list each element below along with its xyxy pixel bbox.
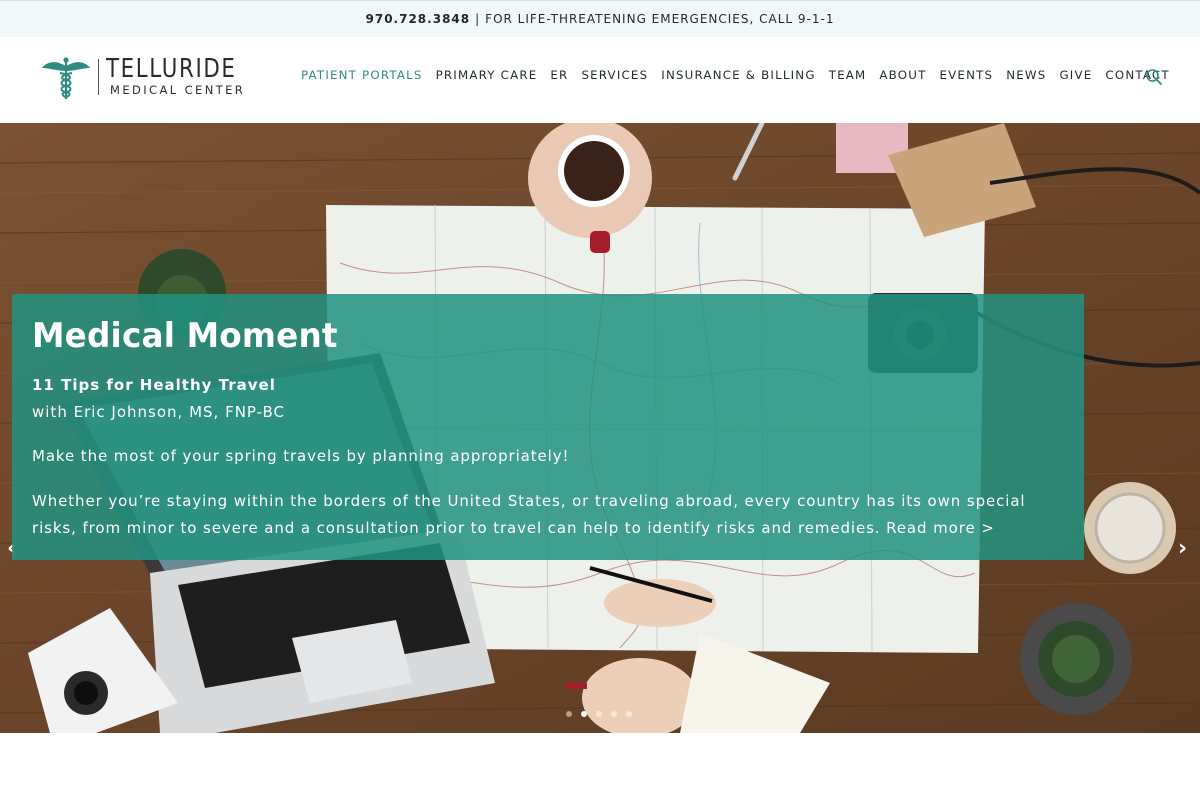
slide-body-text: Whether you’re staying within the border… <box>32 492 1026 537</box>
nav-item-er[interactable]: ER <box>550 68 568 82</box>
logo-subtitle: MEDICAL CENTER <box>110 83 246 97</box>
nav-item-news[interactable]: NEWS <box>1006 68 1046 82</box>
nav-item-services[interactable]: SERVICES <box>581 68 648 82</box>
slide-subtitle: 11 Tips for Healthy Travel <box>32 376 276 394</box>
site-header: TELLURIDE MEDICAL CENTER PATIENT PORTALS… <box>0 37 1200 123</box>
nav-item-primary-care[interactable]: PRIMARY CARE <box>436 68 538 82</box>
nav-item-insurance-billing[interactable]: INSURANCE & BILLING <box>661 68 815 82</box>
nav-item-events[interactable]: EVENTS <box>940 68 994 82</box>
hero-slider: ‹ › Medical Moment 11 Tips for Healthy T… <box>0 123 1200 733</box>
nav-item-patient-portals[interactable]: PATIENT PORTALS <box>301 68 423 82</box>
nav-item-team[interactable]: TEAM <box>829 68 867 82</box>
logo-divider <box>98 59 99 95</box>
slide-lead: Make the most of your spring travels by … <box>32 447 570 465</box>
slider-dot[interactable] <box>596 711 602 717</box>
emergency-bar: 970.728.3848 | FOR LIFE-THREATENING EMER… <box>0 0 1200 37</box>
search-icon[interactable] <box>1145 68 1163 86</box>
topbar-separator: | <box>475 12 481 26</box>
nav-item-give[interactable]: GIVE <box>1059 68 1092 82</box>
slider-dot[interactable] <box>611 711 617 717</box>
nav-item-about[interactable]: ABOUT <box>879 68 926 82</box>
slider-dots <box>566 711 632 717</box>
emergency-notice: FOR LIFE-THREATENING EMERGENCIES, CALL 9… <box>485 12 835 26</box>
logo[interactable]: TELLURIDE MEDICAL CENTER <box>42 54 252 101</box>
slide-body: Whether you’re staying within the border… <box>32 488 1072 542</box>
caduceus-icon <box>42 57 90 99</box>
read-more-link[interactable]: Read more > <box>886 519 995 537</box>
slide-author: with Eric Johnson, MS, FNP-BC <box>32 403 286 421</box>
main-nav: PATIENT PORTALS PRIMARY CARE ER SERVICES… <box>301 68 1183 82</box>
slider-dot[interactable] <box>566 711 572 717</box>
logo-title: TELLURIDE <box>106 54 237 84</box>
slider-dot-active[interactable] <box>581 711 587 717</box>
phone-number[interactable]: 970.728.3848 <box>366 12 471 26</box>
slide-caption-panel: Medical Moment 11 Tips for Healthy Trave… <box>12 294 1084 560</box>
slider-dot[interactable] <box>626 711 632 717</box>
slide-title: Medical Moment <box>32 316 338 356</box>
slider-next-arrow[interactable]: › <box>1178 537 1187 561</box>
